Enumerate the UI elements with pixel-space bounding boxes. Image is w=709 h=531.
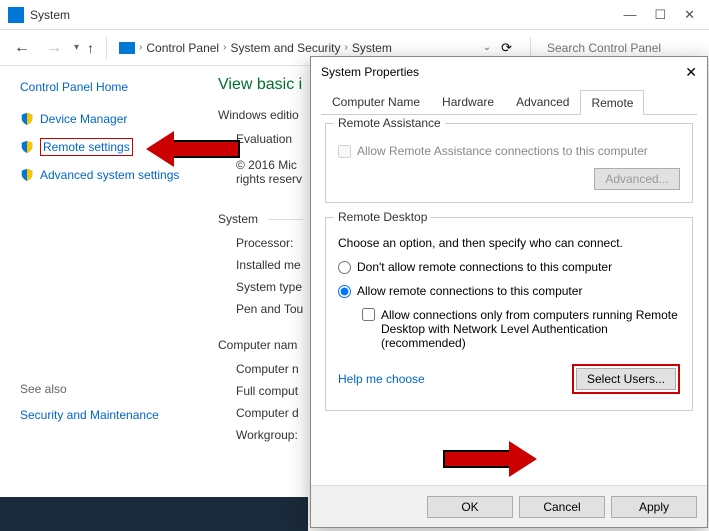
chevron-right-icon[interactable]: › <box>344 42 347 53</box>
pen-label: Pen and Tou <box>218 298 303 320</box>
shield-icon <box>20 140 34 154</box>
separator <box>106 37 107 59</box>
chevron-right-icon[interactable]: › <box>139 42 142 53</box>
apply-button[interactable]: Apply <box>611 496 697 518</box>
annotation-arrow <box>443 441 537 477</box>
checkbox-label: Allow Remote Assistance connections to t… <box>357 144 648 158</box>
checkbox-label: Allow connections only from computers ru… <box>381 308 680 350</box>
close-button[interactable]: ✕ <box>684 7 695 23</box>
breadcrumb[interactable]: › Control Panel › System and Security › … <box>119 39 469 57</box>
section-computer-name: Computer nam <box>218 338 303 352</box>
help-me-choose-link[interactable]: Help me choose <box>338 372 425 386</box>
minimize-button[interactable]: — <box>623 7 636 23</box>
window-titlebar: System — ☐ ✕ <box>0 0 709 30</box>
history-dropdown-icon[interactable]: ▾ <box>74 42 79 53</box>
breadcrumb-item[interactable]: System <box>350 39 394 57</box>
checkbox-input[interactable] <box>338 145 351 158</box>
radio-label: Don't allow remote connections to this c… <box>357 260 612 274</box>
back-button[interactable]: ← <box>10 37 34 59</box>
checkbox-input[interactable] <box>362 308 375 321</box>
page-title: View basic i <box>218 76 303 94</box>
computer-name-label: Computer n <box>218 358 303 380</box>
window-title: System <box>30 8 623 22</box>
processor-label: Processor: <box>218 232 303 254</box>
cancel-button[interactable]: Cancel <box>519 496 605 518</box>
breadcrumb-item[interactable]: System and Security <box>228 39 342 57</box>
refresh-button[interactable]: ⟳ <box>501 40 512 56</box>
up-button[interactable]: ↑ <box>87 40 94 56</box>
see-also-heading: See also <box>20 382 198 396</box>
tab-computer-name[interactable]: Computer Name <box>321 89 431 114</box>
system-icon <box>8 7 24 23</box>
breadcrumb-item[interactable]: Control Panel <box>144 39 221 57</box>
chevron-down-icon[interactable]: ⌄ <box>483 42 491 53</box>
system-type-label: System type <box>218 276 303 298</box>
section-system: System <box>218 212 303 226</box>
main-content: View basic i Windows editio Evaluation ©… <box>210 66 303 446</box>
taskbar-fragment <box>0 497 308 531</box>
select-users-button[interactable]: Select Users... <box>576 368 676 390</box>
chevron-right-icon[interactable]: › <box>223 42 226 53</box>
section-windows-edition: Windows editio <box>218 108 303 122</box>
remote-desktop-group: Remote Desktop Choose an option, and the… <box>325 217 693 411</box>
dialog-close-button[interactable]: ✕ <box>685 64 697 81</box>
workgroup-label: Workgroup: <box>218 424 303 446</box>
select-users-highlight: Select Users... <box>572 364 680 394</box>
full-computer-label: Full comput <box>218 380 303 402</box>
tab-advanced[interactable]: Advanced <box>505 89 580 114</box>
instruction-text: Choose an option, and then specify who c… <box>338 236 680 250</box>
ok-button[interactable]: OK <box>427 496 513 518</box>
radio-input[interactable] <box>338 261 351 274</box>
forward-button[interactable]: → <box>42 37 66 59</box>
radio-label: Allow remote connections to this compute… <box>357 284 582 298</box>
group-title: Remote Assistance <box>334 116 445 130</box>
monitor-icon <box>119 42 135 54</box>
shield-icon <box>20 168 34 182</box>
sidebar-item-label: Device Manager <box>40 112 127 126</box>
sidebar-item-device-manager[interactable]: Device Manager <box>20 112 198 126</box>
radio-dont-allow[interactable]: Don't allow remote connections to this c… <box>338 260 680 274</box>
sidebar: Control Panel Home Device Manager Remote… <box>0 66 210 446</box>
dialog-tabs: Computer Name Hardware Advanced Remote <box>321 89 697 115</box>
sidebar-item-advanced-settings[interactable]: Advanced system settings <box>20 168 198 182</box>
see-also-link[interactable]: Security and Maintenance <box>20 408 159 422</box>
radio-input[interactable] <box>338 285 351 298</box>
nla-checkbox[interactable]: Allow connections only from computers ru… <box>362 308 680 350</box>
tab-hardware[interactable]: Hardware <box>431 89 505 114</box>
sidebar-item-label: Advanced system settings <box>40 168 179 182</box>
ram-label: Installed me <box>218 254 303 276</box>
sidebar-item-label: Remote settings <box>40 138 133 156</box>
control-panel-home-link[interactable]: Control Panel Home <box>20 80 198 94</box>
dialog-title: System Properties <box>321 65 419 79</box>
group-title: Remote Desktop <box>334 210 431 224</box>
annotation-arrow <box>146 131 240 167</box>
remote-assistance-group: Remote Assistance Allow Remote Assistanc… <box>325 123 693 203</box>
maximize-button[interactable]: ☐ <box>654 7 666 23</box>
dialog-footer: OK Cancel Apply <box>311 485 707 527</box>
radio-allow[interactable]: Allow remote connections to this compute… <box>338 284 680 298</box>
computer-desc-label: Computer d <box>218 402 303 424</box>
shield-icon <box>20 112 34 126</box>
allow-remote-assistance-checkbox[interactable]: Allow Remote Assistance connections to t… <box>338 144 680 158</box>
advanced-button[interactable]: Advanced... <box>594 168 680 190</box>
tab-remote[interactable]: Remote <box>580 90 644 115</box>
